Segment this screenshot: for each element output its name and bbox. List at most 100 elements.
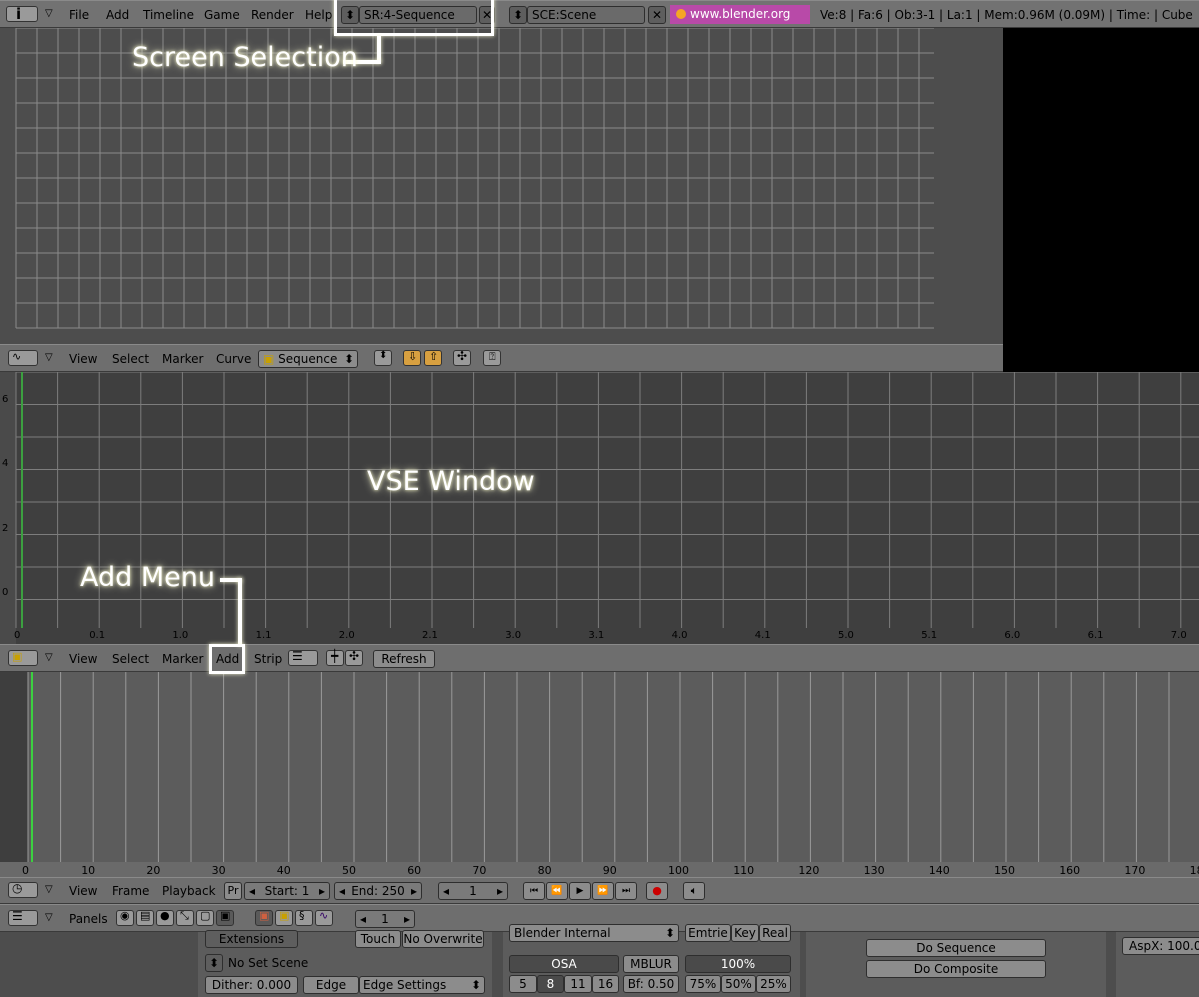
do-sequence-toggle[interactable]: Do Sequence (866, 939, 1046, 957)
no-overwrite-toggle[interactable]: No Overwrite (402, 930, 484, 948)
collapse-triangle-icon[interactable]: ▽ (45, 8, 53, 19)
menu-panels[interactable]: Panels (69, 912, 108, 926)
scale-50-button[interactable]: 50% (721, 975, 756, 993)
menu-file[interactable]: File (69, 8, 89, 22)
vse-window-type-icon[interactable]: ▣ (8, 650, 38, 666)
start-frame-field[interactable]: ◂ Start: 1 ▸ (244, 882, 330, 900)
script-icon[interactable]: ▤ (136, 909, 154, 926)
collapse-triangle-icon[interactable]: ▽ (45, 652, 53, 663)
edge-toggle[interactable]: Edge (303, 976, 359, 994)
current-frame-field[interactable]: ◂ 1 ▸ (438, 882, 508, 900)
increment-icon: ▸ (403, 912, 410, 926)
paste-down-icon[interactable]: ⇩ (403, 350, 421, 366)
play-button[interactable]: ▶ (569, 882, 591, 900)
logic-icon[interactable]: ◉ (116, 909, 134, 926)
wave-icon[interactable]: ∿ (315, 909, 333, 926)
edge-settings-button[interactable]: Edge Settings ⬍ (359, 976, 485, 994)
scale-25-button[interactable]: 25% (756, 975, 791, 993)
menu-marker[interactable]: Marker (162, 352, 203, 366)
percent-toggle[interactable]: 100% (685, 955, 791, 973)
emtrie-toggle[interactable]: Emtrie (685, 924, 731, 942)
menu-view[interactable]: View (69, 352, 97, 366)
decrement-icon: ◂ (339, 884, 346, 898)
menu-curve[interactable]: Curve (216, 352, 251, 366)
zoom-icon[interactable]: ┿ (326, 649, 344, 666)
real-toggle[interactable]: Real (759, 924, 791, 942)
collapse-triangle-icon[interactable]: ▽ (45, 352, 53, 363)
editing-icon[interactable]: ▢ (196, 909, 214, 926)
sound-icon[interactable]: § (295, 909, 313, 926)
menu-game[interactable]: Game (204, 8, 240, 22)
paste-up-icon[interactable]: ⇧ (424, 350, 442, 366)
end-frame-field[interactable]: ◂ End: 250 ▸ (334, 882, 422, 900)
osa-5-button[interactable]: 5 (509, 975, 537, 993)
touch-toggle[interactable]: Touch (355, 930, 401, 948)
menu-add[interactable]: Add (106, 8, 129, 22)
renderer-selector[interactable]: Blender Internal ⬍ (509, 924, 679, 942)
shading-icon[interactable]: ● (156, 909, 174, 926)
rewind-button[interactable]: ⏪ (546, 882, 568, 900)
osa-11-button[interactable]: 11 (564, 975, 592, 993)
menu-render[interactable]: Render (251, 8, 294, 22)
jump-end-button[interactable]: ⏭ (615, 882, 637, 900)
ipo-type-selector[interactable]: ▣ Sequence ⬍ (258, 350, 358, 368)
timeline-window-type-icon[interactable]: ◷ (8, 881, 38, 898)
record-button[interactable]: ● (646, 882, 668, 900)
buttons-window-type-icon[interactable]: ☰ (8, 909, 38, 926)
anim-icon[interactable]: ▣ (275, 909, 293, 926)
blender-link-badge[interactable]: www.blender.org 246 (670, 5, 810, 40)
info-window-type-icon[interactable]: i (6, 5, 38, 23)
view-all-icon[interactable]: ✣ (345, 649, 363, 666)
menu-timeline[interactable]: Timeline (143, 8, 194, 22)
osa-toggle[interactable]: OSA (509, 955, 619, 973)
timeline-window[interactable]: 0 10 20 30 40 50 60 70 80 90 100 110 120 130 140 150 160… (0, 672, 1199, 877)
scene-delete-button[interactable]: ✕ (648, 6, 666, 24)
menu-select[interactable]: Select (112, 352, 149, 366)
set-scene-arrow[interactable]: ⬍ (205, 954, 223, 972)
lock-icon[interactable]: ⍰ (483, 350, 501, 366)
menu-help[interactable]: Help (305, 8, 332, 22)
real-label: Real (762, 926, 788, 940)
timeline-x-tick: 10 (81, 864, 96, 877)
preview-range-button[interactable]: Pr (224, 882, 242, 900)
timeline-x-tick: 0 (22, 864, 29, 877)
menu-select[interactable]: Select (112, 652, 149, 666)
do-composite-toggle[interactable]: Do Composite (866, 960, 1046, 978)
vse-window[interactable]: 6 4 2 0 0 0.1 1.0 1.1 2.0 2.1 3.0 3.1 4.0 4.1 5.0 5… (0, 372, 1199, 644)
key-toggle[interactable]: Key (731, 924, 759, 942)
dither-field[interactable]: Dither: 0.000 (205, 976, 298, 994)
scene-icon[interactable]: ▣ (216, 909, 234, 926)
timeline-x-tick: 170 (1124, 864, 1146, 877)
aspx-field[interactable]: AspX: 100.00 (1122, 937, 1199, 955)
jump-start-button[interactable]: ⏮ (523, 882, 545, 900)
menu-marker[interactable]: Marker (162, 652, 203, 666)
timeline-x-tick: 80 (537, 864, 552, 877)
collapse-triangle-icon[interactable]: ▽ (45, 884, 53, 895)
frame-field[interactable]: ◂ 1 ▸ (355, 910, 415, 928)
scale-75-button[interactable]: 75% (685, 975, 721, 993)
object-icon[interactable]: ⤡ (176, 909, 194, 926)
display-mode-selector[interactable]: ☰ (288, 649, 318, 666)
ipo-window[interactable] (0, 28, 1003, 344)
menu-view[interactable]: View (69, 652, 97, 666)
mblur-toggle[interactable]: MBLUR (623, 955, 679, 973)
menu-strip[interactable]: Strip (254, 652, 282, 666)
ipo-block-selector[interactable]: ⬍ (374, 350, 392, 366)
bf-field[interactable]: Bf: 0.50 (623, 975, 679, 993)
scene-selector-field[interactable]: SCE:Scene (527, 6, 645, 24)
extensions-button[interactable]: Extensions (205, 930, 298, 948)
view-all-icon[interactable]: ✣ (453, 349, 471, 366)
audio-sync-button[interactable]: 🔈︎ (683, 882, 705, 900)
fast-forward-button[interactable]: ⏩ (592, 882, 614, 900)
refresh-button[interactable]: Refresh (373, 650, 435, 668)
osa-16-button[interactable]: 16 (592, 975, 619, 993)
menu-frame[interactable]: Frame (112, 884, 149, 898)
y-tick: 0 (2, 587, 9, 598)
menu-playback[interactable]: Playback (162, 884, 216, 898)
osa-8-button[interactable]: 8 (537, 975, 564, 993)
collapse-triangle-icon[interactable]: ▽ (45, 912, 53, 923)
menu-view[interactable]: View (69, 884, 97, 898)
render-icon[interactable]: ▣ (255, 909, 273, 926)
ipo-window-type-icon[interactable]: ∿ (8, 350, 38, 366)
scene-selector-arrow[interactable]: ⬍ (509, 6, 527, 24)
